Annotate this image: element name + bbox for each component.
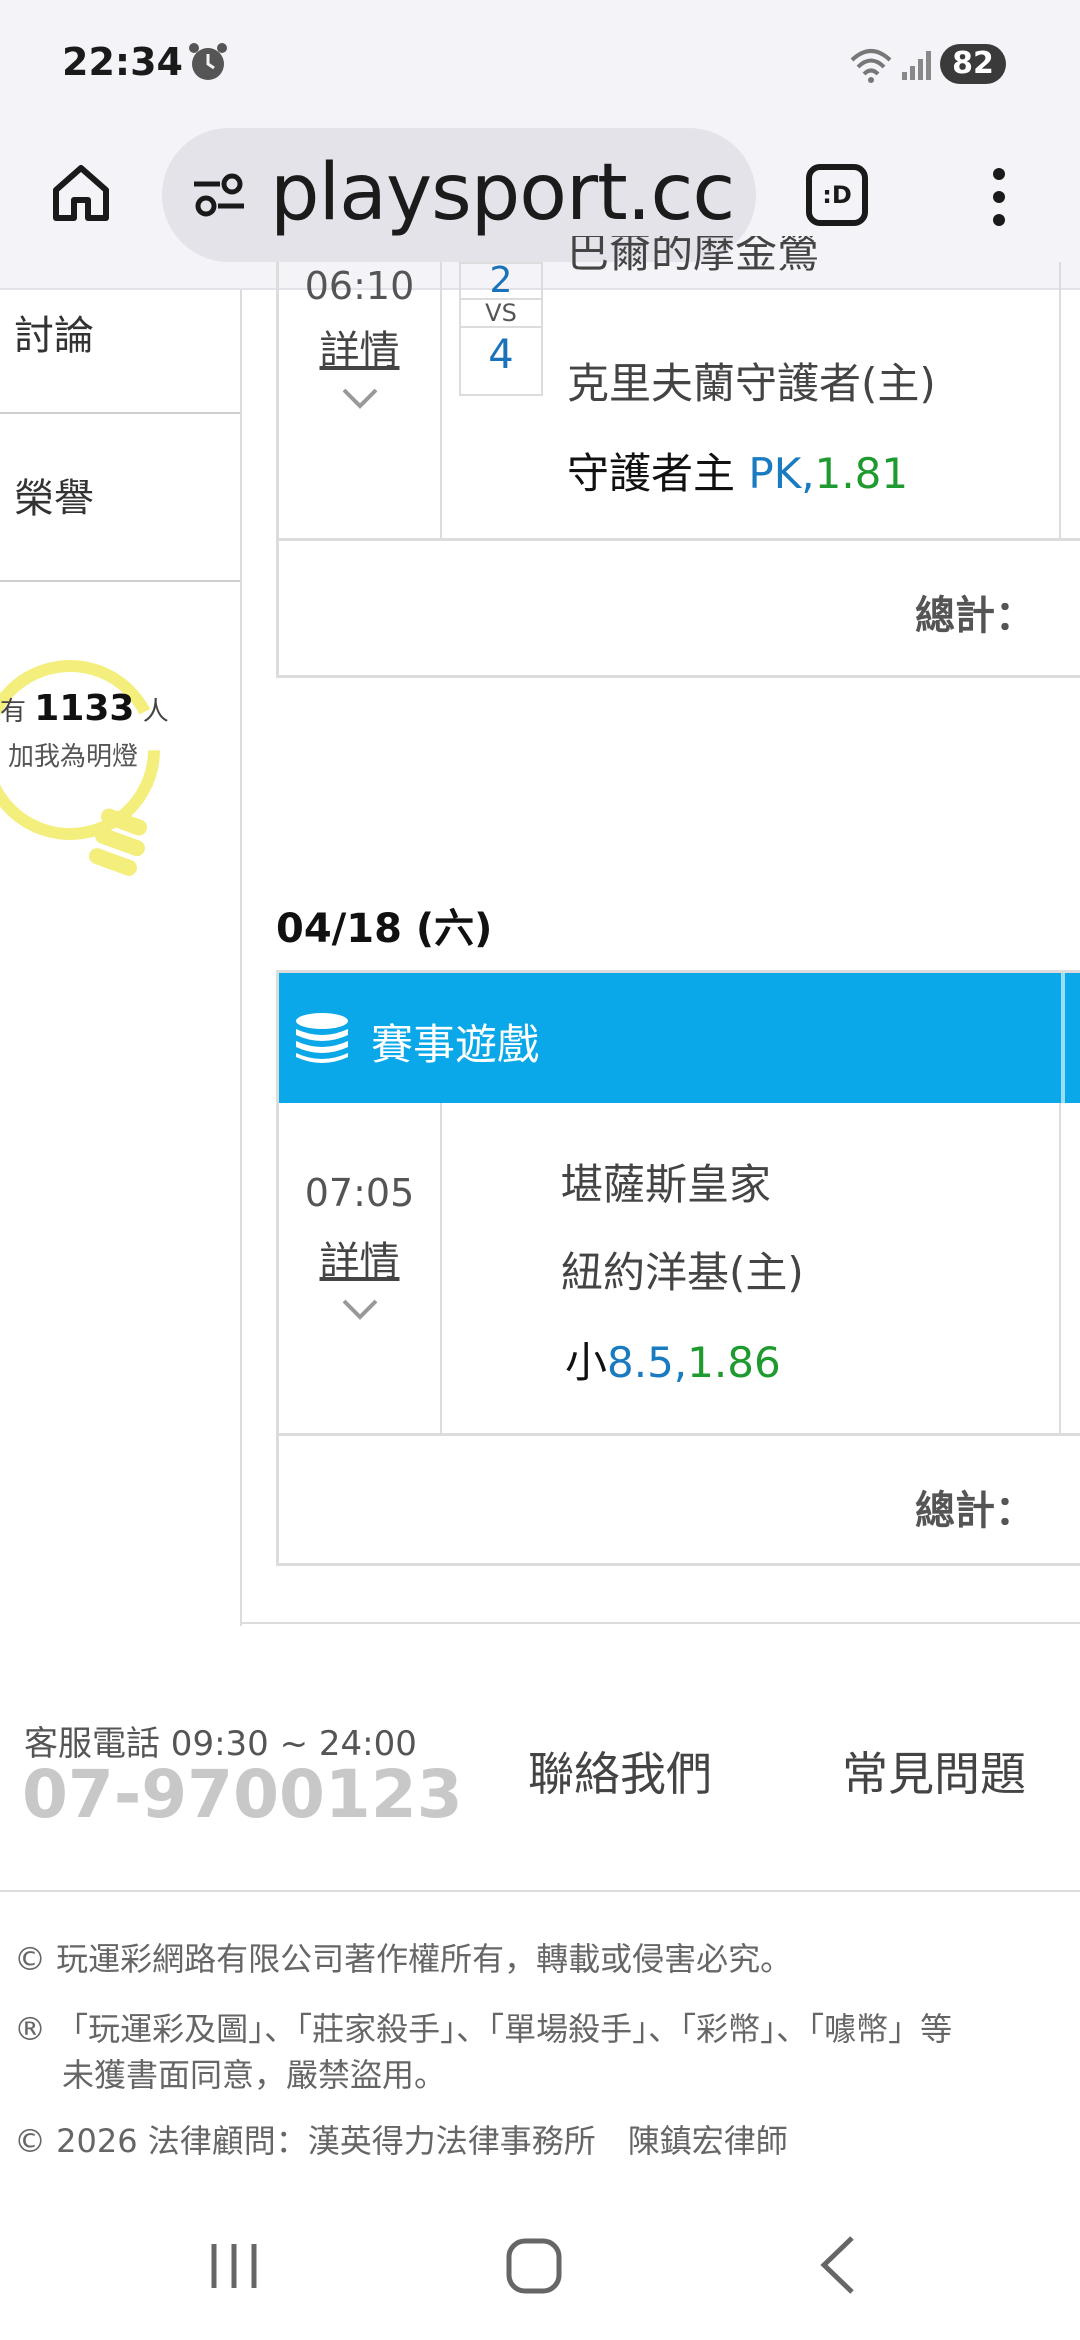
pick-odds: 1.81 bbox=[814, 449, 909, 498]
legal-advisor-notice: © 2026 法律顧問：漢英得力法律事務所 陳鎮宏律師 bbox=[14, 2122, 788, 2160]
game-time: 06:10 bbox=[304, 264, 415, 308]
screen: 22:34 82 playsport.cc:D 討論 榮譽 有 1133 人 … bbox=[0, 0, 1080, 2340]
home-nav-icon[interactable] bbox=[504, 2236, 564, 2296]
back-icon[interactable] bbox=[816, 2234, 858, 2296]
column-divider bbox=[1059, 1103, 1061, 1433]
total-row: 總計： bbox=[279, 1433, 1080, 1569]
sidebar: 討論 榮譽 有 1133 人 加我為明燈 bbox=[0, 290, 242, 1626]
date-heading: 04/18 (六) bbox=[276, 906, 493, 952]
home-team: 紐約洋基(主) bbox=[561, 1248, 804, 1297]
coins-icon bbox=[296, 1013, 348, 1063]
sidebar-item-honor[interactable]: 榮譽 bbox=[0, 416, 240, 582]
lightbulb-count: 1133 bbox=[34, 688, 135, 729]
vs-label: VS bbox=[461, 298, 541, 328]
wifi-icon bbox=[850, 49, 892, 83]
score-home: 4 bbox=[488, 332, 514, 378]
overflow-menu-icon[interactable] bbox=[984, 164, 1014, 230]
total-label: 總計： bbox=[915, 1488, 1035, 1534]
away-team: 堪薩斯皇家 bbox=[561, 1160, 772, 1209]
column-divider bbox=[1059, 262, 1061, 538]
away-team: 巴爾的摩金鶯 bbox=[567, 236, 820, 276]
lightbulb-count-line: 有 1133 人 bbox=[0, 688, 170, 729]
contact-us-link[interactable]: 聯絡我們 bbox=[528, 1738, 712, 1804]
detail-link[interactable]: 詳情 bbox=[279, 318, 440, 376]
pick-handicap: 8.5, bbox=[607, 1338, 688, 1387]
url-text: playsport.cc bbox=[270, 148, 735, 238]
trademark-notice: ® 「玩運彩及圖」、「莊家殺手」、「單場殺手」、「彩幣」、「噱幣」等 bbox=[14, 2010, 953, 2048]
detail-link[interactable]: 詳情 bbox=[279, 1229, 440, 1287]
sidebar-bottom-border bbox=[242, 1622, 1080, 1626]
recent-apps-icon[interactable] bbox=[206, 2238, 262, 2294]
score-away: 2 bbox=[489, 260, 513, 301]
chevron-down-icon[interactable] bbox=[340, 386, 380, 410]
pick-handicap: PK, bbox=[748, 449, 815, 498]
pick-label: 守護者主 bbox=[567, 449, 736, 498]
alarm-icon bbox=[189, 43, 227, 80]
total-row: 總計： bbox=[279, 538, 1080, 674]
game-time: 07:05 bbox=[304, 1171, 415, 1215]
game-section-title: 賽事遊戲 bbox=[371, 1020, 540, 1069]
sidebar-item-discussion[interactable]: 討論 bbox=[0, 290, 240, 414]
total-label: 總計： bbox=[915, 593, 1035, 639]
game-card: 賽事遊戲 07:05 詳情 堪薩斯皇家 紐約洋基(主) 小8.5,1.86 總計… bbox=[276, 970, 1080, 1566]
faq-link[interactable]: 常見問題 bbox=[842, 1738, 1026, 1804]
pick-odds: 1.86 bbox=[687, 1338, 781, 1387]
header-divider bbox=[1061, 973, 1065, 1103]
signal-icon bbox=[902, 51, 931, 80]
pick-label: 小 bbox=[565, 1338, 608, 1387]
lightbulb-suffix: 人 bbox=[142, 697, 169, 727]
tabs-button[interactable]: :D bbox=[806, 164, 868, 226]
site-settings-icon[interactable] bbox=[190, 166, 248, 224]
pick-line: 守護者主 PK,1.81 bbox=[567, 440, 908, 501]
footer-divider bbox=[0, 1890, 1080, 1892]
lightbulb-caption: 加我為明燈 bbox=[8, 742, 139, 772]
game-card: 06:10 詳情 2 VS 4 巴爾的摩金鶯 克里夫蘭守護者(主) 守護者主 P… bbox=[276, 236, 1080, 678]
lightbulb-prefix: 有 bbox=[0, 697, 27, 727]
game-section-header[interactable]: 賽事遊戲 bbox=[279, 973, 1080, 1103]
status-time: 22:34 bbox=[62, 40, 183, 84]
score-box: 2 VS 4 bbox=[459, 262, 543, 396]
status-bar: 22:34 82 bbox=[0, 0, 1080, 128]
customer-service-phone[interactable]: 07-9700123 bbox=[22, 1756, 463, 1833]
game-time-cell: 07:05 詳情 bbox=[279, 1103, 442, 1433]
game-time-cell: 06:10 詳情 bbox=[279, 262, 442, 538]
copyright-notice: © 玩運彩網路有限公司著作權所有，轉載或侵害必究。 bbox=[14, 1940, 793, 1978]
system-nav-bar bbox=[0, 2200, 1080, 2340]
pick-line: 小8.5,1.86 bbox=[565, 1329, 781, 1390]
trademark-notice-cont: 未獲書面同意，嚴禁盜用。 bbox=[62, 2056, 447, 2094]
home-team: 克里夫蘭守護者(主) bbox=[567, 359, 936, 408]
home-icon[interactable] bbox=[48, 160, 114, 226]
battery-badge: 82 bbox=[940, 44, 1006, 84]
chevron-down-icon[interactable] bbox=[340, 1297, 380, 1321]
